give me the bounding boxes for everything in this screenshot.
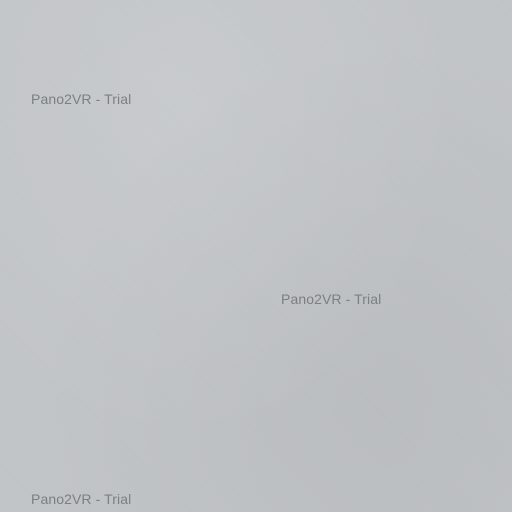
panorama-viewport[interactable]: Pano2VR - Trial Pano2VR - Trial Pano2VR … — [0, 0, 512, 512]
trial-watermark: Pano2VR - Trial — [31, 91, 132, 107]
trial-watermark: Pano2VR - Trial — [281, 291, 382, 307]
trial-watermark: Pano2VR - Trial — [31, 491, 132, 507]
